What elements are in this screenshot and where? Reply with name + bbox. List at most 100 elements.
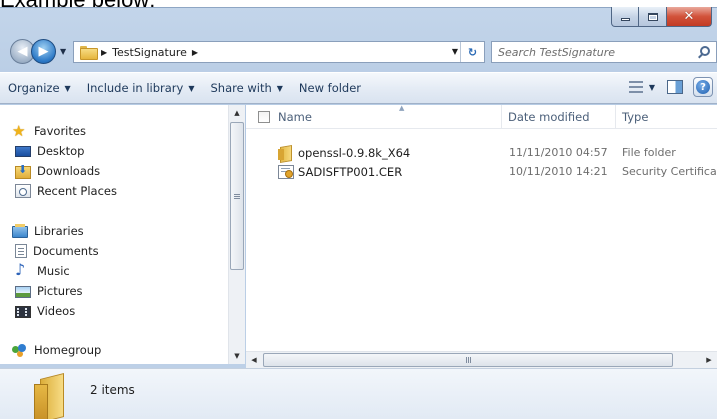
sidebar-item-label: Recent Places xyxy=(37,184,117,198)
view-options-dropdown-icon[interactable]: ▼ xyxy=(649,83,655,92)
scrollbar-thumb[interactable] xyxy=(230,122,244,270)
search-icon[interactable] xyxy=(700,46,710,56)
sidebar-item-label: Desktop xyxy=(37,144,85,158)
certificate-icon xyxy=(278,164,294,179)
documents-icon xyxy=(15,244,27,258)
breadcrumb-separator-icon[interactable]: ▶ xyxy=(192,48,198,57)
folder-icon xyxy=(80,46,98,60)
item-count: 2 items xyxy=(90,383,135,397)
grip-icon xyxy=(234,195,240,197)
sidebar-item-videos[interactable]: Videos xyxy=(15,301,75,321)
new-folder-button[interactable]: New folder xyxy=(291,76,369,100)
file-name-cell: openssl-0.9.8k_X64 xyxy=(278,146,410,160)
sidebar-item-label: Videos xyxy=(37,304,76,318)
file-list: Name ▲ Date modified Type openssl-0.9.8k… xyxy=(246,105,717,364)
scroll-down-arrow-icon[interactable]: ▼ xyxy=(229,348,245,364)
column-header-label: Date modified xyxy=(508,110,590,124)
chevron-down-icon: ▼ xyxy=(188,83,195,93)
navigation-pane-scrollbar[interactable]: ▲ ▼ xyxy=(228,105,245,364)
sidebar-item-documents[interactable]: Documents xyxy=(15,241,99,261)
table-row[interactable]: SADISFTP001.CER 10/11/2010 14:21 Securit… xyxy=(246,162,717,181)
command-bar: Organize ▼ Include in library ▼ Share with… xyxy=(0,72,717,104)
file-name-cell: SADISFTP001.CER xyxy=(278,164,402,179)
forward-arrow-icon: ▶ xyxy=(38,44,49,59)
help-icon: ? xyxy=(696,80,710,94)
scrollbar-thumb[interactable] xyxy=(263,353,673,367)
scroll-left-arrow-icon[interactable]: ◀ xyxy=(246,352,262,368)
file-type: File folder xyxy=(622,146,676,159)
explorer-window: ✕ ◀ ▶ ▼ ▶ TestSignature ▶ ▼ ↻ Organize ▼ … xyxy=(0,7,717,419)
sidebar-item-music[interactable]: Music xyxy=(15,261,70,281)
sidebar-item-desktop[interactable]: Desktop xyxy=(15,141,84,161)
close-button[interactable]: ✕ xyxy=(667,7,712,27)
sidebar-item-homegroup[interactable]: Homegroup xyxy=(12,340,101,360)
chevron-down-icon: ▼ xyxy=(276,83,283,93)
star-icon: ★ xyxy=(12,122,26,140)
refresh-button[interactable]: ↻ xyxy=(460,42,484,62)
table-row[interactable]: openssl-0.9.8k_X64 11/11/2010 04:57 File… xyxy=(246,143,717,162)
change-view-icon[interactable] xyxy=(628,81,643,93)
view-controls: ▼ ? xyxy=(628,77,713,97)
minimize-button[interactable] xyxy=(611,7,639,27)
address-row: ◀ ▶ ▼ ▶ TestSignature ▶ ▼ ↻ xyxy=(0,38,717,66)
videos-icon xyxy=(15,305,31,318)
chevron-down-icon: ▼ xyxy=(64,83,71,93)
address-dropdown-icon[interactable]: ▼ xyxy=(452,47,458,56)
caption-buttons: ✕ xyxy=(611,7,712,27)
organize-label: Organize xyxy=(8,81,60,95)
date-modified: 11/11/2010 04:57 xyxy=(509,146,608,159)
help-button[interactable]: ? xyxy=(693,77,713,97)
include-in-library-label: Include in library xyxy=(86,81,184,95)
sidebar-item-label: Pictures xyxy=(37,284,83,298)
recent-pages-dropdown[interactable]: ▼ xyxy=(60,47,66,56)
column-header-date-modified[interactable]: Date modified xyxy=(502,105,616,129)
breadcrumb-separator-icon[interactable]: ▶ xyxy=(101,48,107,57)
sidebar-item-recent-places[interactable]: Recent Places xyxy=(15,181,117,201)
sidebar-item-downloads[interactable]: Downloads xyxy=(15,161,100,181)
search-input[interactable] xyxy=(492,45,682,59)
share-with-label: Share with xyxy=(210,81,272,95)
file-list-horizontal-scrollbar[interactable]: ◀ ▶ xyxy=(246,351,717,368)
address-bar[interactable]: ▶ TestSignature ▶ ▼ ↻ xyxy=(73,41,485,63)
share-with-button[interactable]: Share with ▼ xyxy=(203,76,291,100)
back-arrow-icon: ◀ xyxy=(17,44,28,59)
sidebar-item-label: Documents xyxy=(33,244,99,258)
sidebar-item-pictures[interactable]: Pictures xyxy=(15,281,83,301)
column-header-label: Type xyxy=(622,110,649,124)
desktop-icon xyxy=(15,146,31,157)
folder-icon xyxy=(34,376,64,419)
scroll-up-arrow-icon[interactable]: ▲ xyxy=(229,105,245,121)
sidebar-item-label: Libraries xyxy=(34,224,84,238)
close-icon: ✕ xyxy=(683,9,695,24)
details-pane: 2 items xyxy=(0,368,717,419)
sidebar-item-libraries[interactable]: Libraries xyxy=(12,221,84,241)
organize-button[interactable]: Organize ▼ xyxy=(0,76,79,100)
forward-button[interactable]: ▶ xyxy=(31,39,56,64)
minimize-icon xyxy=(620,18,630,21)
sidebar-item-label: Favorites xyxy=(34,124,86,138)
sidebar-item-label: Music xyxy=(37,264,70,278)
column-header-row: Name ▲ Date modified Type xyxy=(246,105,717,129)
sidebar-item-label: Homegroup xyxy=(34,343,102,357)
pictures-icon xyxy=(15,285,31,298)
date-modified: 10/11/2010 14:21 xyxy=(509,165,608,178)
homegroup-icon xyxy=(12,343,28,357)
maximize-button[interactable] xyxy=(639,7,667,27)
maximize-icon xyxy=(647,12,658,21)
sidebar-item-favorites[interactable]: ★ Favorites xyxy=(12,121,86,141)
libraries-icon xyxy=(12,223,28,238)
music-icon xyxy=(15,261,31,279)
column-header-name[interactable]: Name ▲ xyxy=(272,105,502,129)
navigation-pane: ★ Favorites Desktop Downloads Recent Pla… xyxy=(0,105,228,364)
refresh-icon: ↻ xyxy=(467,45,478,59)
preview-pane-icon[interactable] xyxy=(667,80,683,94)
file-type: Security Certificate xyxy=(622,165,717,178)
file-name: openssl-0.9.8k_X64 xyxy=(298,145,411,160)
column-header-type[interactable]: Type xyxy=(616,105,717,129)
scroll-right-arrow-icon[interactable]: ▶ xyxy=(701,352,717,368)
grip-icon xyxy=(467,357,469,363)
breadcrumb-testsignature[interactable]: TestSignature xyxy=(112,46,187,59)
include-in-library-button[interactable]: Include in library ▼ xyxy=(79,76,203,100)
search-box[interactable] xyxy=(491,41,717,63)
select-all-checkbox[interactable] xyxy=(258,111,270,123)
